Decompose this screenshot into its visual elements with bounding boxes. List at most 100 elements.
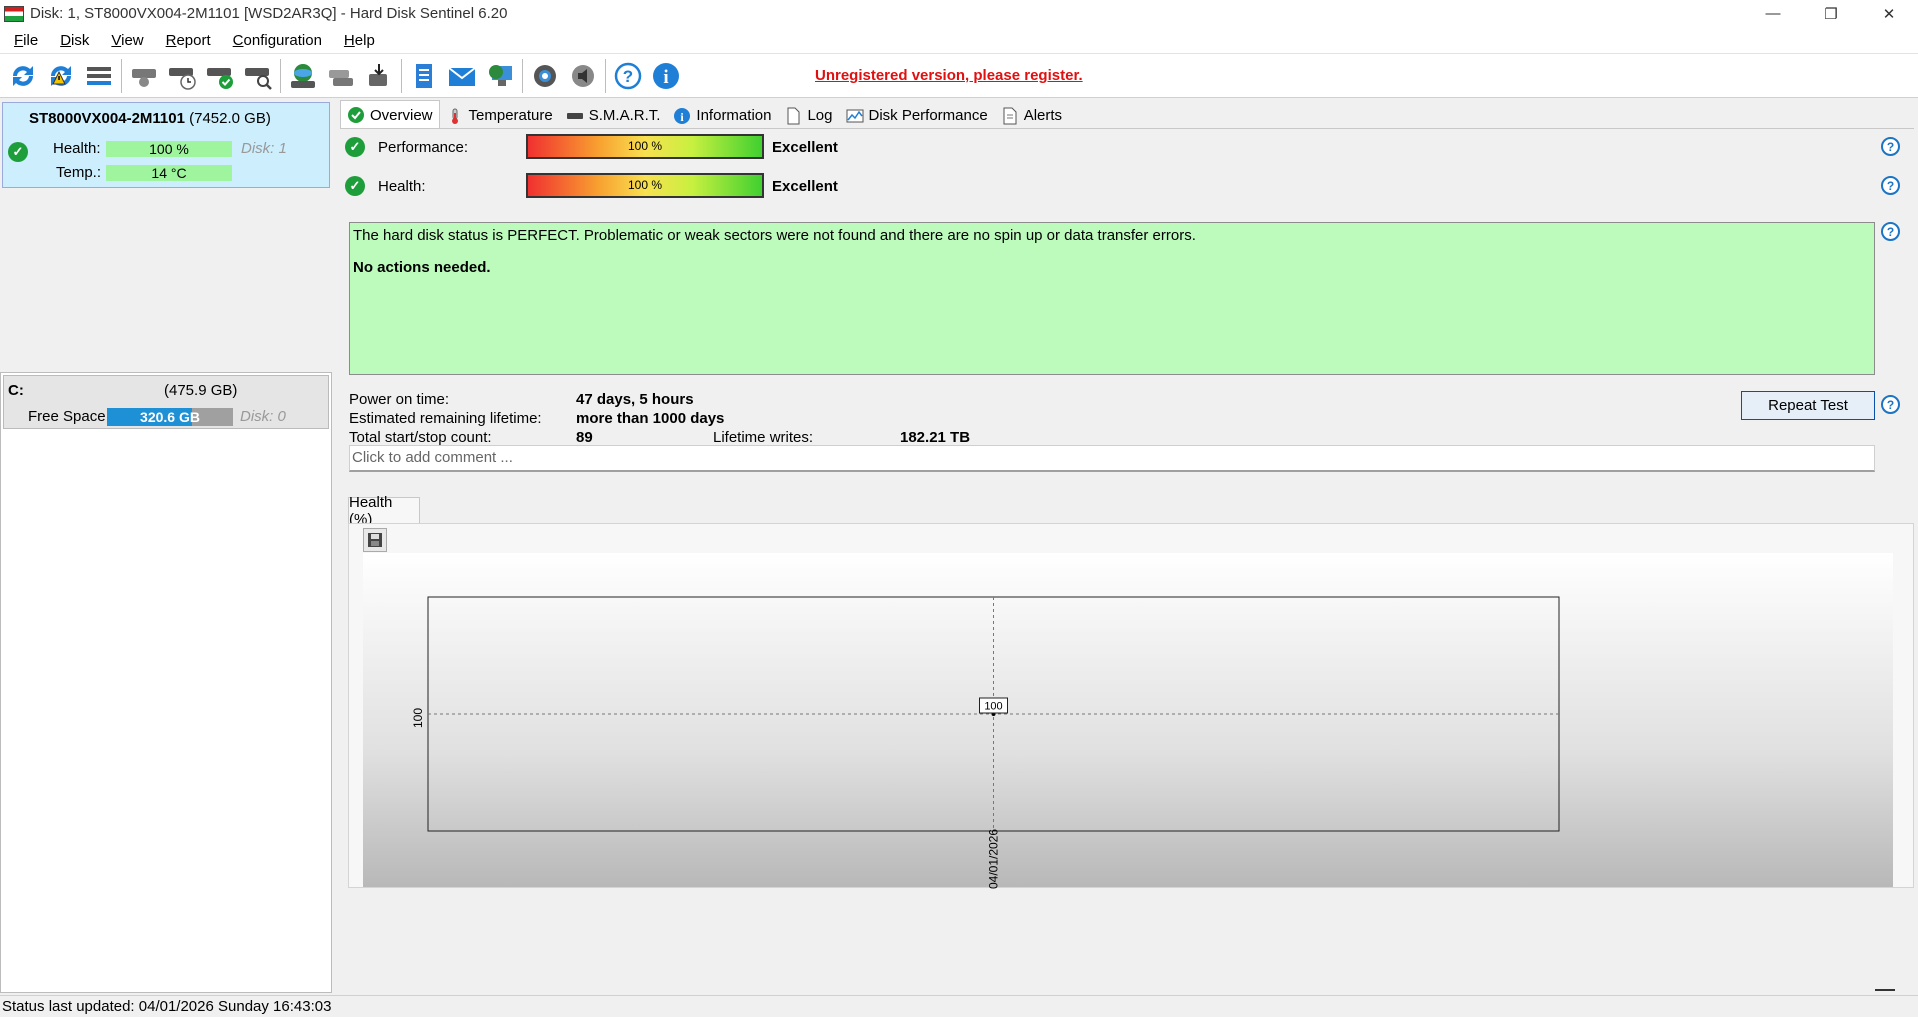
window-title: Disk: 1, ST8000VX004-2M1101 [WSD2AR3Q] -… (30, 5, 508, 22)
disk-entry[interactable]: ST8000VX004-2M1101 (7452.0 GB) ✓ Health:… (2, 102, 330, 188)
tab-label: Alerts (1023, 107, 1063, 124)
globe-disk-icon[interactable] (284, 57, 322, 95)
toolbar-separator (401, 58, 402, 93)
title-bar: Disk: 1, ST8000VX004-2M1101 [WSD2AR3Q] -… (0, 0, 1918, 27)
refresh-icon[interactable] (4, 57, 42, 95)
disk-export-icon[interactable] (360, 57, 398, 95)
chart-tab-health[interactable]: Health (%) (348, 494, 420, 528)
volume-size: (475.9 GB) (164, 382, 238, 399)
tab-alerts[interactable]: Alerts (995, 102, 1069, 129)
health-verdict: Excellent (772, 178, 838, 195)
disk-temp-label: Temp.: (56, 164, 102, 181)
toolbar: ? i Unregistered version, please registe… (0, 53, 1918, 98)
tab-label: Information (696, 107, 772, 124)
comment-input[interactable]: Click to add comment ... (349, 445, 1875, 472)
performance-bar: 100 % (526, 134, 764, 159)
menu-disk[interactable]: Disk (49, 32, 100, 49)
volume-list: C: (475.9 GB) Free Space 320.6 GB Disk: … (0, 372, 332, 993)
disk-health-bar: 100 % (106, 141, 232, 157)
health-help-icon[interactable]: ? (1881, 176, 1900, 195)
lifetime-writes-label: Lifetime writes: (713, 429, 814, 446)
tab-label: Overview (370, 106, 433, 124)
settings-icon[interactable] (526, 57, 564, 95)
lifetime-writes-value: 182.21 TB (900, 429, 971, 446)
disk-info-icon[interactable] (125, 57, 163, 95)
volume-disk-index: Disk: 0 (240, 408, 286, 425)
status-help-icon[interactable]: ? (1881, 222, 1900, 241)
volume-letter: C: (8, 382, 24, 399)
disk-index: Disk: 1 (241, 140, 287, 157)
free-space-label: Free Space (28, 408, 106, 425)
sound-icon[interactable] (564, 57, 602, 95)
health-chart-area: 04/01/2026 100 100 (348, 523, 1914, 889)
performance-ok-icon: ✓ (345, 137, 365, 157)
remaining-lifetime-label: Estimated remaining lifetime: (349, 410, 542, 427)
tab-label: Log (807, 107, 833, 124)
menu-help[interactable]: Help (333, 32, 386, 49)
svg-text:i: i (663, 67, 668, 88)
status-bar: Status last updated: 04/01/2026 Sunday 1… (0, 995, 1918, 1017)
startstop-value: 89 (576, 429, 593, 446)
tab-bar: Overview Temperature S.M.A.R.T. i Inform… (340, 100, 1069, 129)
info-icon[interactable]: i (647, 57, 685, 95)
menu-view[interactable]: View (100, 32, 154, 49)
disk-search-icon[interactable] (239, 57, 277, 95)
tab-temperature[interactable]: Temperature (440, 102, 560, 129)
disk-schedule-icon[interactable] (163, 57, 201, 95)
tab-label: Disk Performance (868, 107, 988, 124)
power-on-label: Power on time: (349, 391, 450, 408)
performance-help-icon[interactable]: ? (1881, 137, 1900, 156)
health-chart: 04/01/2026 100 100 (411, 596, 1560, 889)
tab-log[interactable]: Log (778, 102, 839, 129)
health-ok-icon: ✓ (345, 176, 365, 196)
svg-text:?: ? (623, 67, 633, 86)
disk-list-icon[interactable] (80, 57, 118, 95)
repeat-test-button[interactable]: Repeat Test (1741, 391, 1875, 420)
app-icon (4, 5, 24, 22)
startstop-label: Total start/stop count: (349, 429, 492, 446)
mail-icon[interactable] (443, 57, 481, 95)
menu-file[interactable]: File (3, 32, 49, 49)
details-panel: Overview Temperature S.M.A.R.T. i Inform… (340, 100, 1918, 993)
help-icon[interactable]: ? (609, 57, 647, 95)
repeat-test-help-icon[interactable]: ? (1881, 395, 1900, 414)
register-link[interactable]: Unregistered version, please register. (815, 67, 1083, 84)
maximize-button[interactable]: ❐ (1802, 0, 1860, 27)
health-bar: 100 % (526, 173, 764, 198)
tab-overview[interactable]: Overview (340, 100, 440, 129)
alerts-icon (1001, 107, 1019, 125)
health-label: Health: (378, 178, 426, 195)
minimize-button[interactable]: — (1744, 0, 1802, 27)
tab-information[interactable]: i Information (667, 102, 778, 129)
disk-temp-bar: 14 °C (106, 165, 232, 181)
network-icon[interactable] (481, 57, 519, 95)
close-button[interactable]: ✕ (1860, 0, 1918, 27)
disk-copy-icon[interactable] (322, 57, 360, 95)
thermometer-icon (446, 107, 464, 125)
toolbar-separator (280, 58, 281, 93)
disk-health-label: Health: (53, 140, 101, 157)
volume-entry[interactable]: C: (475.9 GB) Free Space 320.6 GB Disk: … (3, 375, 329, 429)
free-space-bar: 320.6 GB (107, 408, 233, 426)
tab-smart[interactable]: S.M.A.R.T. (560, 102, 668, 129)
disk-check-icon[interactable] (201, 57, 239, 95)
menu-configuration[interactable]: Configuration (222, 32, 333, 49)
overview-tab-content: ✓ Performance: 100 % Excellent ? ✓ Healt… (340, 128, 1914, 993)
toolbar-separator (121, 58, 122, 93)
window-controls: — ❐ ✕ (1744, 0, 1918, 27)
disk-size: (7452.0 GB) (189, 110, 271, 127)
info-icon: i (673, 107, 691, 125)
free-space-value: 320.6 GB (140, 409, 200, 425)
check-circle-icon (347, 106, 365, 124)
chart-collapse-control[interactable] (1875, 989, 1895, 991)
power-on-value: 47 days, 5 hours (576, 391, 694, 408)
x-tick-label: 04/01/2026 (987, 829, 1001, 889)
refresh-all-icon[interactable] (42, 57, 80, 95)
disk-name: ST8000VX004-2M1101 (7452.0 GB) (29, 110, 271, 127)
tab-disk-performance[interactable]: Disk Performance (840, 102, 995, 129)
smart-icon (566, 107, 584, 125)
menu-report[interactable]: Report (155, 32, 222, 49)
chart-icon (846, 107, 864, 125)
log-icon (784, 107, 802, 125)
report-icon[interactable] (405, 57, 443, 95)
